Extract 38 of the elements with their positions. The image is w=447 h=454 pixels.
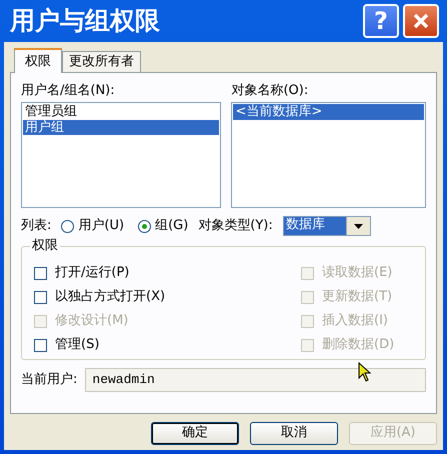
radio-button[interactable]	[138, 220, 152, 233]
dialog-button[interactable]: 取消	[250, 422, 338, 445]
radio-label[interactable]: 用户(U)	[78, 218, 124, 234]
checkbox[interactable]	[34, 290, 47, 304]
tab[interactable]: 更改所有者	[62, 51, 141, 72]
checkbox[interactable]	[34, 338, 47, 352]
field-label: 当前用户:	[21, 372, 78, 388]
checkbox-label: 以独占方式打开(X)	[55, 289, 166, 305]
close-button[interactable]	[403, 4, 439, 38]
tab[interactable]: 权限	[14, 48, 62, 73]
field-label: 列表:	[21, 218, 52, 234]
field-label: 用户名/组名(N):	[21, 82, 116, 98]
dialog-button[interactable]: 确定	[151, 422, 239, 445]
checkbox[interactable]	[34, 266, 47, 280]
objects-list[interactable]: <当前数据库>	[231, 102, 426, 208]
checkbox-label: 插入数据(I)	[322, 313, 388, 329]
list-item[interactable]: 管理员组	[23, 104, 220, 120]
group-title: 权限	[30, 238, 60, 254]
list-item[interactable]: 用户组	[23, 120, 220, 136]
checkbox-label: 删除数据(D)	[322, 337, 394, 353]
checkbox-label: 修改设计(M)	[55, 313, 128, 329]
caret-icon	[354, 224, 363, 229]
help-button[interactable]: ?	[363, 4, 399, 38]
current-user-field: newadmin	[85, 368, 426, 392]
checkbox-label: 打开/运行(P)	[55, 265, 130, 281]
field-label: 对象类型(Y):	[198, 218, 273, 234]
checkbox-label: 管理(S)	[55, 337, 100, 353]
checkbox-label: 读取数据(E)	[322, 265, 392, 281]
close-icon	[412, 12, 430, 30]
field-label: 对象名称(O):	[231, 82, 310, 98]
radio-label[interactable]: 组(G)	[155, 218, 188, 234]
window-title: 用户与组权限	[10, 6, 161, 36]
list-item[interactable]: <当前数据库>	[233, 104, 424, 120]
users-list[interactable]: 管理员组 用户组	[21, 102, 222, 208]
radio-button[interactable]	[61, 220, 74, 233]
checkbox-label: 更新数据(T)	[322, 289, 392, 305]
object-type-dropdown[interactable]: 数据库	[282, 216, 371, 236]
cursor-icon	[358, 362, 372, 382]
